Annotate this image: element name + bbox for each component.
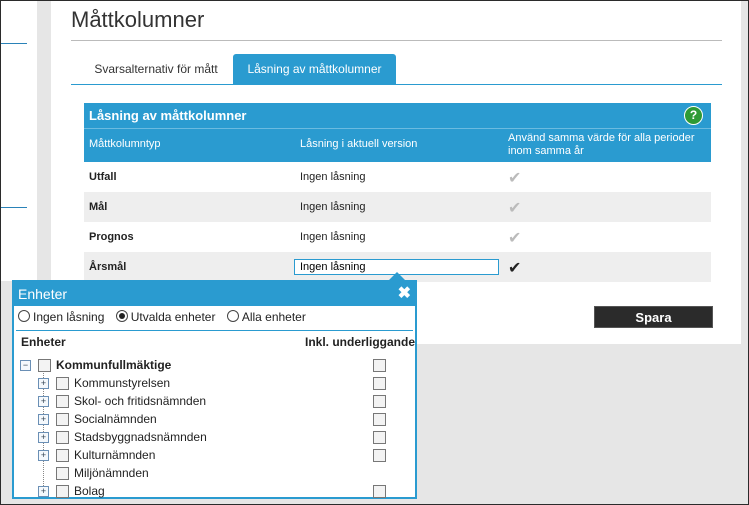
tree-node-root: − Kommunfullmäktige — [14, 357, 414, 375]
units-header: Enheter — [21, 335, 66, 349]
include-checkbox[interactable] — [373, 377, 386, 390]
radio-option[interactable]: Ingen låsning — [18, 310, 104, 324]
table-header: Måttkolumntyp Låsning i aktuell version … — [84, 128, 711, 162]
panel-title: Låsning av måttkolumner — [89, 108, 247, 123]
tree-node-label: Miljönämnden — [74, 466, 149, 480]
tree-node: + Kommunstyrelsen — [14, 375, 414, 393]
sidebar-divider — [1, 43, 27, 44]
save-button[interactable]: Spara — [594, 306, 713, 328]
title-divider — [71, 40, 722, 41]
lock-scope-radios: Ingen låsning Utvalda enheter Alla enhet… — [18, 310, 314, 324]
radio-label: Ingen låsning — [33, 310, 105, 324]
include-checkbox[interactable] — [373, 413, 386, 426]
col-header-type: Måttkolumntyp — [89, 138, 161, 150]
include-checkbox[interactable] — [373, 359, 386, 372]
include-header: Inkl. underliggande — [305, 335, 416, 349]
radio-option[interactable]: Utvalda enheter — [115, 310, 216, 324]
check-icon[interactable]: ✔ — [508, 198, 521, 218]
radio-option[interactable]: Alla enheter — [226, 310, 306, 324]
left-sidebar — [1, 1, 37, 281]
collapse-icon[interactable]: − — [20, 360, 31, 371]
unit-checkbox[interactable] — [38, 359, 51, 372]
tree-node-label: Skol- och fritidsnämnden — [74, 394, 207, 408]
popup-pointer — [389, 272, 405, 280]
tree-node-label: Kommunfullmäktige — [56, 358, 172, 372]
radio-label: Utvalda enheter — [130, 310, 216, 324]
radio-icon[interactable] — [226, 310, 239, 322]
row-locking[interactable]: Ingen låsning — [300, 231, 365, 243]
expand-icon[interactable]: + — [38, 450, 49, 461]
table-row: Prognos Ingen låsning ✔ — [84, 222, 711, 252]
table-row: Utfall Ingen låsning ✔ — [84, 162, 711, 192]
table-row: Mål Ingen låsning ✔ — [84, 192, 711, 222]
unit-checkbox[interactable] — [56, 395, 69, 408]
unit-checkbox[interactable] — [56, 377, 69, 390]
unit-checkbox[interactable] — [56, 485, 69, 498]
page-title: Måttkolumner — [71, 7, 205, 32]
tree-node-label: Bolag — [74, 484, 105, 498]
tree-node-label: Socialnämnden — [74, 412, 157, 426]
unit-checkbox[interactable] — [56, 449, 69, 462]
tree-node-label: Kommunstyrelsen — [74, 376, 171, 390]
row-locking[interactable]: Ingen låsning — [300, 171, 365, 183]
expand-icon[interactable]: + — [38, 378, 49, 389]
tab-underline — [71, 84, 722, 85]
popup-title: Enheter — [18, 286, 68, 302]
popup-header: Enheter ✖ — [14, 282, 415, 306]
tab-svarsalternativ[interactable]: Svarsalternativ för mått — [81, 54, 231, 84]
sidebar-divider — [1, 207, 27, 208]
include-checkbox[interactable] — [373, 485, 386, 498]
radio-icon[interactable] — [18, 310, 30, 322]
row-type: Mål — [89, 201, 108, 213]
unit-checkbox[interactable] — [56, 431, 69, 444]
close-icon[interactable]: ✖ — [398, 282, 411, 306]
panel-header: Låsning av måttkolumner ? — [84, 103, 711, 128]
popup-divider — [16, 330, 413, 331]
tree-node-label: Kulturnämnden — [74, 448, 156, 462]
unit-checkbox[interactable] — [56, 467, 69, 480]
col-header-locking: Låsning i aktuell version — [300, 138, 418, 150]
expand-icon[interactable]: + — [38, 432, 49, 443]
row-type: Prognos — [89, 231, 134, 243]
include-checkbox[interactable] — [373, 449, 386, 462]
check-icon[interactable]: ✔ — [508, 258, 521, 278]
radio-label: Alla enheter — [241, 310, 306, 324]
expand-icon[interactable]: + — [38, 396, 49, 407]
include-checkbox[interactable] — [373, 395, 386, 408]
tree-node: Miljönämnden — [14, 465, 414, 483]
expand-icon[interactable]: + — [38, 486, 49, 497]
tab-lasning[interactable]: Låsning av måttkolumner — [233, 54, 396, 84]
locking-panel: Låsning av måttkolumner ? Måttkolumntyp … — [84, 103, 711, 282]
row-type: Utfall — [89, 171, 117, 183]
check-icon[interactable]: ✔ — [508, 168, 521, 188]
radio-icon[interactable] — [115, 310, 128, 322]
tree-node-label: Stadsbyggnadsnämnden — [74, 430, 207, 444]
include-checkbox[interactable] — [373, 431, 386, 444]
tree-node: + Socialnämnden — [14, 411, 414, 429]
col-header-same-value: Använd samma värde för alla perioder ino… — [508, 132, 695, 157]
check-icon[interactable]: ✔ — [508, 228, 521, 248]
tree-node: + Kulturnämnden — [14, 447, 414, 465]
units-popup: Enheter ✖ Ingen låsning Utvalda enheter … — [12, 280, 417, 499]
row-type: Årsmål — [89, 261, 127, 273]
tree-node: + Skol- och fritidsnämnden — [14, 393, 414, 411]
tree-node: + Stadsbyggnadsnämnden — [14, 429, 414, 447]
expand-icon[interactable]: + — [38, 414, 49, 425]
unit-checkbox[interactable] — [56, 413, 69, 426]
help-icon[interactable]: ? — [684, 106, 703, 125]
tree-node: + Bolag — [14, 483, 414, 501]
row-locking[interactable]: Ingen låsning — [300, 201, 365, 213]
